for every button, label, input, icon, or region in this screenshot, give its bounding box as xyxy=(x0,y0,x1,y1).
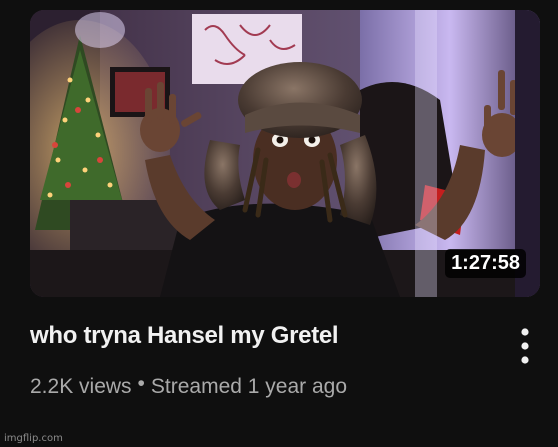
video-title[interactable]: who tryna Hansel my Gretel xyxy=(30,320,510,352)
view-count: 2.2K views xyxy=(30,375,132,398)
metadata-separator: • xyxy=(137,372,145,395)
video-metadata: 2.2K views • Streamed 1 year ago xyxy=(30,372,510,400)
video-thumbnail[interactable]: 1:27:58 xyxy=(30,10,540,297)
video-card: 1:27:58 who tryna Hansel my Gretel 2.2K … xyxy=(0,0,558,447)
more-options-button[interactable] xyxy=(510,324,540,368)
stream-date: Streamed 1 year ago xyxy=(150,375,348,398)
video-details: who tryna Hansel my Gretel 2.2K views • St… xyxy=(30,320,510,400)
duration-badge: 1:27:58 xyxy=(445,249,526,278)
watermark: imgflip.com xyxy=(4,433,63,444)
more-vert-icon xyxy=(521,328,529,364)
